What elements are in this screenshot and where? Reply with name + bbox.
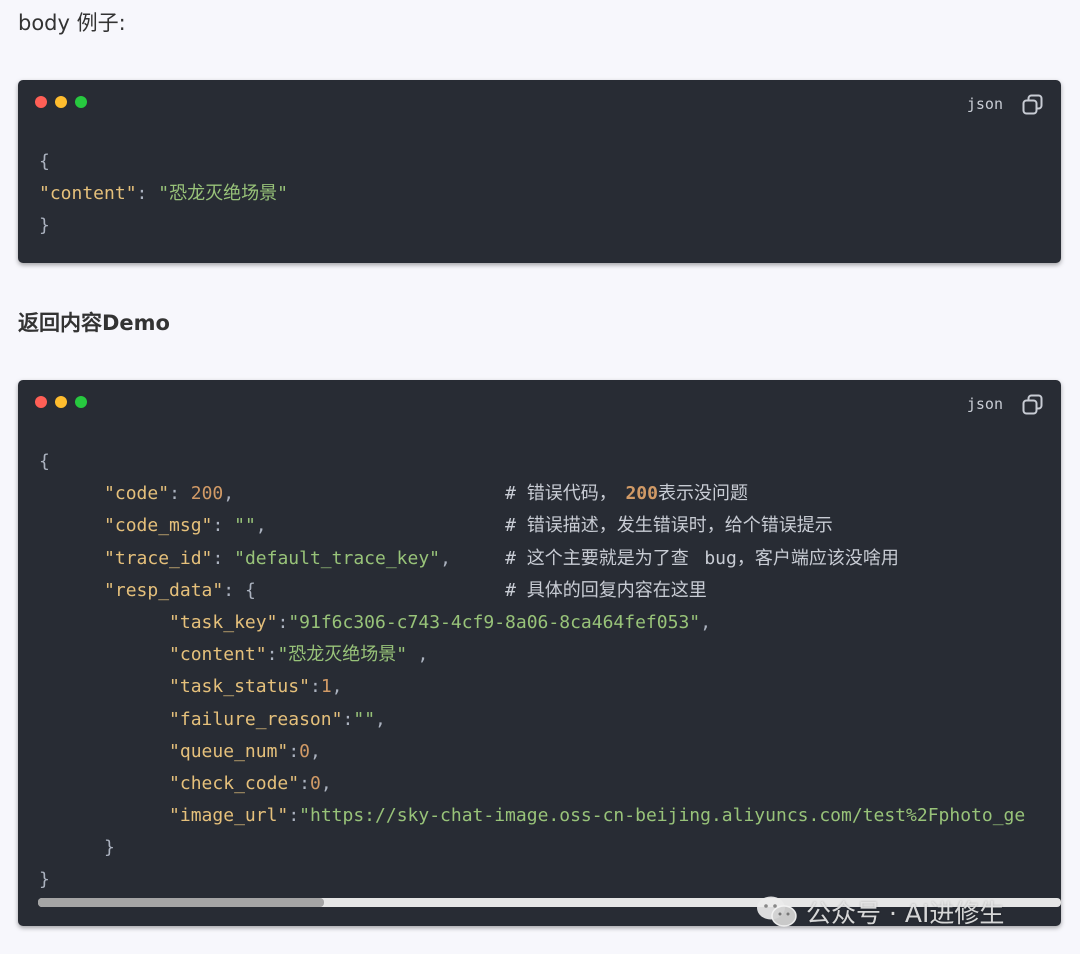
code-line: } bbox=[39, 864, 1041, 896]
code-token: , bbox=[375, 708, 386, 730]
code-token: "code_msg" bbox=[39, 515, 213, 537]
code-line: "content": "恐龙灭绝场景", bbox=[39, 639, 1041, 671]
code-token: , bbox=[310, 740, 321, 762]
code-comment: # 这个主要就是为了查 bbox=[505, 547, 689, 569]
code-token: "default_trace_key" bbox=[234, 547, 441, 569]
window-dots bbox=[35, 396, 87, 408]
code-token: , bbox=[320, 772, 332, 794]
code-token: "code" bbox=[39, 483, 170, 505]
yellow-dot bbox=[55, 396, 67, 408]
code-line: "code": 200, # 错误代码， 200 表示没问题 bbox=[39, 478, 1041, 510]
code-token: : bbox=[212, 515, 235, 537]
code-token: "resp_data" bbox=[39, 579, 224, 601]
code-token: : bbox=[136, 183, 159, 205]
green-dot bbox=[75, 96, 87, 108]
code-token: 0 bbox=[299, 740, 310, 762]
language-label: json bbox=[966, 395, 1003, 413]
code-comment: # 具体的回复内容在这里 bbox=[505, 579, 707, 601]
code-line: { bbox=[39, 146, 1041, 178]
code-token: "task_key" bbox=[39, 611, 278, 633]
code-token: , bbox=[440, 547, 451, 569]
code-token: 200 bbox=[190, 483, 224, 505]
demo-heading: 返回内容Demo bbox=[18, 311, 170, 335]
code-token: , bbox=[331, 676, 343, 698]
code-token: 1 bbox=[320, 676, 332, 698]
code-token: : bbox=[266, 644, 278, 666]
copy-button[interactable] bbox=[1022, 94, 1044, 116]
code-line: "task_key": "91f6c306-c743-4cf9-8a06-8ca4… bbox=[39, 607, 1041, 639]
language-label: json bbox=[966, 95, 1003, 113]
code-token: : bbox=[310, 676, 321, 698]
code-token: "image_url" bbox=[39, 805, 289, 827]
red-dot bbox=[35, 96, 47, 108]
code-token: } bbox=[39, 215, 50, 237]
green-dot bbox=[75, 396, 87, 408]
code-line: } bbox=[39, 832, 1041, 864]
code-token: : bbox=[342, 708, 354, 730]
code-comment: # 错误描述，发生错误时，给个错误提示 bbox=[505, 515, 833, 537]
copy-icon bbox=[1022, 94, 1043, 115]
code-block-request: json { "content": "恐龙灭绝场景"} bbox=[18, 80, 1061, 263]
code-token: : bbox=[288, 740, 300, 762]
copy-icon bbox=[1022, 394, 1043, 415]
code-line: "code_msg": "", # 错误描述，发生错误时，给个错误提示 bbox=[39, 510, 1041, 542]
code-token: } bbox=[39, 869, 50, 891]
code-token: "https://sky-chat-image.oss-cn-beijing.a… bbox=[299, 805, 1026, 827]
code-line: "task_status":1, bbox=[39, 671, 1041, 703]
code-lines: { "content": "恐龙灭绝场景"} bbox=[39, 146, 1041, 243]
code-block-response: json { "code": 200, # 错误代码， 200 表示没问题 "code… bbox=[18, 380, 1061, 926]
red-dot bbox=[35, 396, 47, 408]
code-line: "queue_num":0, bbox=[39, 736, 1041, 768]
yellow-dot bbox=[55, 96, 67, 108]
code-lines: { "code": 200, # 错误代码， 200 表示没问题 "code_msg"… bbox=[39, 446, 1041, 897]
code-line: "resp_data": { # 具体的回复内容在这里 bbox=[39, 575, 1041, 607]
copy-button[interactable] bbox=[1022, 394, 1044, 416]
code-token: { bbox=[39, 451, 50, 472]
code-token: "failure_reason" bbox=[39, 708, 343, 730]
code-comment: 表示没问题 bbox=[657, 483, 748, 505]
code-token: : bbox=[212, 547, 235, 569]
code-token: : bbox=[288, 805, 300, 827]
code-line: } bbox=[39, 210, 1041, 242]
code-token: "trace_id" bbox=[39, 547, 213, 569]
code-token: "content" bbox=[39, 644, 267, 666]
code-comment: ，客户端应该没啥用 bbox=[736, 547, 899, 569]
code-comment: 200 bbox=[625, 483, 658, 505]
code-comment: bug bbox=[704, 547, 737, 569]
window-dots bbox=[35, 96, 87, 108]
code-line: "trace_id": "default_trace_key", # 这个主要就是… bbox=[39, 543, 1041, 575]
code-token: } bbox=[39, 837, 115, 859]
body-example-label: body 例子: bbox=[18, 11, 126, 35]
code-token: "content" bbox=[39, 183, 137, 205]
code-token: "task_status" bbox=[39, 676, 310, 698]
code-token: { bbox=[39, 151, 50, 172]
code-token: , bbox=[417, 644, 429, 666]
code-token: "" bbox=[353, 708, 376, 730]
code-token: "check_code" bbox=[39, 772, 300, 794]
code-token: : { bbox=[223, 579, 256, 601]
horizontal-scrollbar[interactable] bbox=[38, 898, 1061, 907]
code-token: : bbox=[299, 772, 310, 794]
code-line: "content": "恐龙灭绝场景" bbox=[39, 178, 1041, 210]
code-line: "check_code":0, bbox=[39, 768, 1041, 800]
code-token: , bbox=[700, 611, 712, 633]
scrollbar-thumb[interactable] bbox=[38, 898, 325, 907]
code-token: "恐龙灭绝场景" bbox=[158, 183, 288, 205]
code-line: "failure_reason": "", bbox=[39, 704, 1041, 736]
code-token: , bbox=[255, 515, 267, 537]
code-line: { bbox=[39, 446, 1041, 478]
code-token: "91f6c306-c743-4cf9-8a06-8ca464fef053" bbox=[288, 611, 701, 633]
code-token: "" bbox=[234, 515, 256, 537]
code-comment: # 错误代码， bbox=[505, 483, 617, 505]
code-token: , bbox=[223, 483, 235, 505]
code-token: 0 bbox=[310, 772, 321, 794]
code-token: : bbox=[169, 483, 191, 505]
code-line: "image_url": "https://sky-chat-image.oss-… bbox=[39, 800, 1041, 832]
code-token: : bbox=[277, 611, 289, 633]
code-token: "queue_num" bbox=[39, 740, 289, 762]
code-token: "恐龙灭绝场景" bbox=[277, 644, 408, 666]
